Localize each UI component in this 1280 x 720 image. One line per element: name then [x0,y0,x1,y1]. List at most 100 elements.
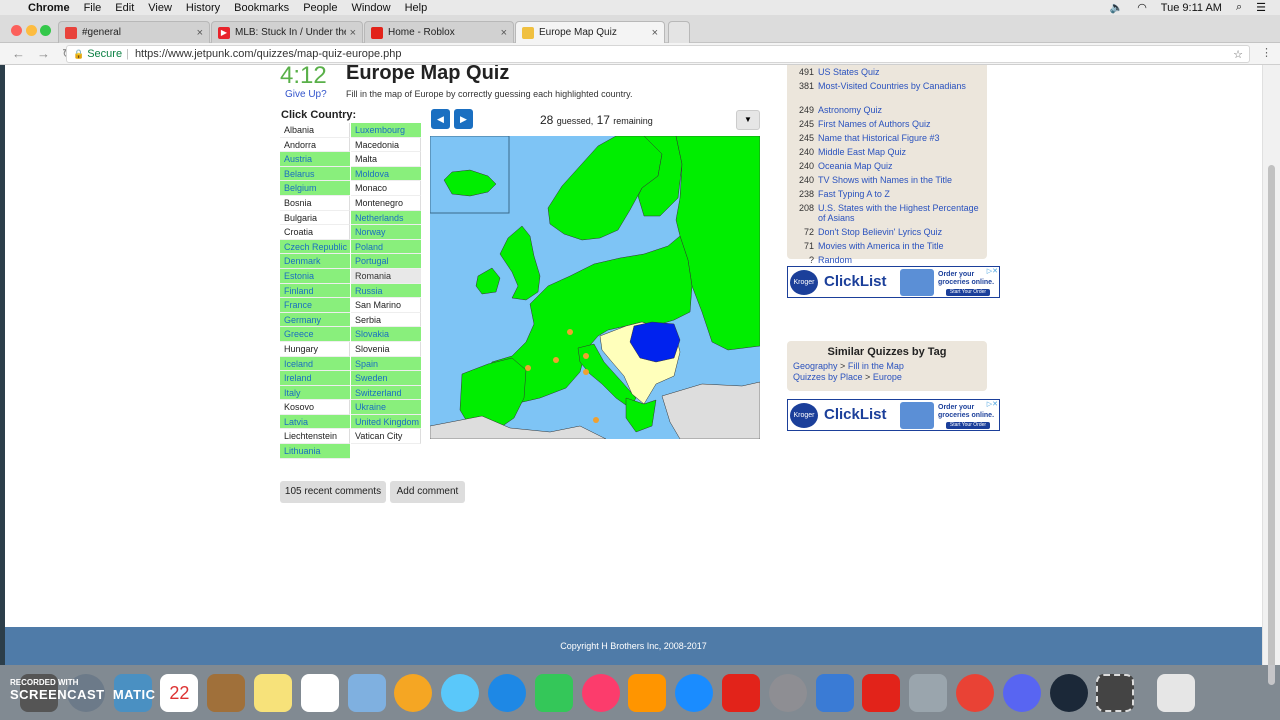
chrome-menu-icon[interactable]: ⋮ [1261,46,1272,59]
country-option-san-marino[interactable]: San Marino [351,298,421,313]
country-option-slovenia[interactable]: Slovenia [351,341,421,357]
menu-view[interactable]: View [148,2,172,14]
country-option-spain[interactable]: Spain [351,356,421,372]
country-option-vatican-city[interactable]: Vatican City [351,429,421,445]
ad-close-icon[interactable]: ▷✕ [987,267,998,275]
contacts-icon[interactable] [207,673,246,712]
menu-bookmarks[interactable]: Bookmarks [234,2,289,14]
country-option-hungary[interactable]: Hungary [280,341,350,357]
country-option-united-kingdom[interactable]: United Kingdom [351,414,421,430]
country-option-malta[interactable]: Malta [351,152,421,167]
new-tab-button[interactable] [668,21,690,43]
country-option-belgium[interactable]: Belgium [280,181,350,196]
recent-comments-button[interactable]: 105 recent comments [280,481,386,503]
chrome-icon[interactable] [955,673,994,712]
country-option-austria[interactable]: Austria [280,152,350,167]
facetime-icon[interactable] [534,673,573,712]
wifi-icon[interactable]: ◠ [1137,1,1147,14]
country-option-denmark[interactable]: Denmark [280,254,350,269]
notifications-icon[interactable]: ☰ [1256,1,1266,14]
tag-geography-link[interactable]: Geography [793,361,838,371]
country-option-serbia[interactable]: Serbia [351,312,421,328]
map-options-dropdown[interactable]: ▼ [736,110,760,130]
popular-quiz-link[interactable]: Random [818,253,987,267]
menu-edit[interactable]: Edit [115,2,134,14]
country-option-kosovo[interactable]: Kosovo [280,400,350,415]
country-option-russia[interactable]: Russia [351,283,421,299]
tab-general[interactable]: #general × [58,21,210,43]
country-option-greece[interactable]: Greece [280,327,350,342]
country-option-moldova[interactable]: Moldova [351,166,421,182]
app-store-icon[interactable] [675,673,714,712]
close-window-icon[interactable] [11,25,22,36]
messages-icon[interactable] [441,673,480,712]
country-option-latvia[interactable]: Latvia [280,414,350,430]
popular-quiz-link[interactable]: Name that Historical Figure #3 [818,131,987,145]
minimize-window-icon[interactable] [26,25,37,36]
microstate-dot[interactable] [593,417,599,423]
country-option-switzerland[interactable]: Switzerland [351,385,421,401]
itunes-icon[interactable] [581,673,620,712]
popular-quiz-link[interactable]: Fast Typing A to Z [818,187,987,201]
close-tab-icon[interactable]: × [350,27,356,39]
country-option-italy[interactable]: Italy [280,385,350,401]
menu-app-name[interactable]: Chrome [28,2,70,14]
country-option-bulgaria[interactable]: Bulgaria [280,210,350,226]
steam-icon[interactable] [1049,673,1088,712]
preview-icon[interactable] [347,673,386,712]
tag-europe-link[interactable]: Europe [873,372,902,382]
scrollbar-thumb[interactable] [1268,165,1275,685]
country-option-andorra[interactable]: Andorra [280,137,350,153]
kroger-ad-banner[interactable]: Kroger ClickList Order your groceries on… [787,266,1000,298]
roblox-player-icon[interactable] [862,673,901,712]
tag-fill-in-map-link[interactable]: Fill in the Map [848,361,904,371]
country-option-norway[interactable]: Norway [351,225,421,240]
roblox-icon[interactable] [721,673,760,712]
microstate-dot[interactable] [525,365,531,371]
popular-quiz-link[interactable]: Most-Visited Countries by Canadians [818,81,987,103]
country-option-iceland[interactable]: Iceland [280,356,350,372]
country-option-portugal[interactable]: Portugal [351,254,421,269]
popular-quiz-link[interactable]: US States Quiz [818,65,987,79]
popular-quiz-link[interactable]: U.S. States with the Highest Percentage … [818,203,987,225]
volume-icon[interactable]: 🔈 [1109,1,1123,14]
forward-icon[interactable]: → [37,46,50,61]
microstate-dot[interactable] [567,329,573,335]
country-option-ukraine[interactable]: Ukraine [351,400,421,415]
europe-map[interactable] [430,136,760,439]
bookmark-star-icon[interactable]: ☆ [1233,48,1243,61]
roblox-studio-icon[interactable] [815,673,854,712]
popular-quiz-link[interactable]: Middle East Map Quiz [818,145,987,159]
country-option-croatia[interactable]: Croatia [280,225,350,240]
microstate-dot[interactable] [553,357,559,363]
menu-window[interactable]: Window [351,2,390,14]
country-option-estonia[interactable]: Estonia [280,268,350,284]
discord-icon[interactable] [1002,673,1041,712]
close-tab-icon[interactable]: × [501,27,507,39]
next-country-button[interactable]: ▶ [454,109,473,129]
menu-history[interactable]: History [186,2,220,14]
popular-quiz-link[interactable]: Oceania Map Quiz [818,159,987,173]
country-option-montenegro[interactable]: Montenegro [351,195,421,211]
tab-roblox[interactable]: Home - Roblox × [364,21,514,43]
tag-quizzes-by-place-link[interactable]: Quizzes by Place [793,372,863,382]
menu-help[interactable]: Help [405,2,428,14]
microstate-dot[interactable] [583,369,589,375]
country-option-sweden[interactable]: Sweden [351,371,421,386]
popular-quiz-link[interactable]: Don't Stop Believin' Lyrics Quiz [818,225,987,239]
country-option-finland[interactable]: Finland [280,283,350,299]
page-scrollbar[interactable] [1262,65,1280,685]
give-up-link[interactable]: Give Up? [285,89,327,100]
country-option-slovakia[interactable]: Slovakia [351,327,421,342]
safari-icon[interactable] [487,673,526,712]
tab-mlb[interactable]: ▶ MLB: Stuck In / Under the Wa × [211,21,363,43]
reminders-icon[interactable] [300,673,339,712]
country-option-netherlands[interactable]: Netherlands [351,210,421,226]
tab-europe-map-quiz[interactable]: Europe Map Quiz × [515,21,665,43]
add-comment-button[interactable]: Add comment [390,481,465,503]
country-option-monaco[interactable]: Monaco [351,181,421,196]
zoom-window-icon[interactable] [40,25,51,36]
system-preferences-icon[interactable] [768,673,807,712]
url-input[interactable]: 🔒 Secure | https://www.jetpunk.com/quizz… [66,45,1250,63]
ad-close-icon[interactable]: ▷✕ [987,400,998,408]
